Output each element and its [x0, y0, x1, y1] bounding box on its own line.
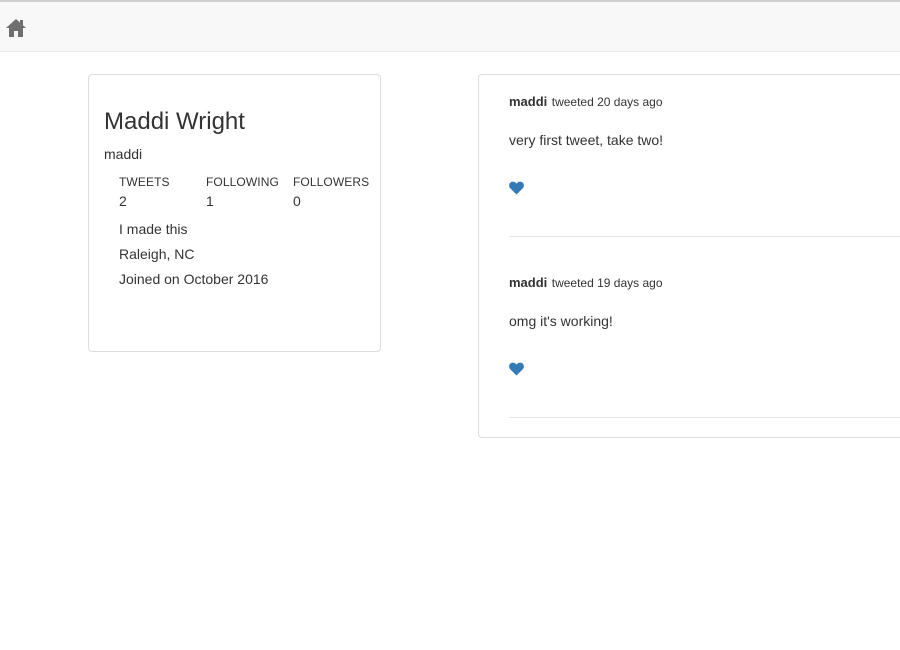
tweet-header: maddi tweeted 20 days ago — [509, 93, 663, 111]
like-button[interactable] — [509, 181, 524, 195]
tweet-header: maddi tweeted 19 days ago — [509, 274, 663, 292]
tweet-username[interactable]: maddi — [509, 275, 547, 290]
profile-username: maddi — [104, 146, 143, 162]
stat-following-value: 1 — [206, 193, 214, 209]
heart-icon — [509, 362, 524, 376]
like-button[interactable] — [509, 362, 524, 376]
home-icon — [6, 19, 26, 37]
tweet-text: very first tweet, take two! — [509, 132, 664, 148]
stat-followers-value: 0 — [293, 193, 301, 209]
profile-location: Raleigh, NC — [119, 246, 195, 262]
tweet-username[interactable]: maddi — [509, 94, 547, 109]
profile-joined-date: Joined on October 2016 — [119, 271, 269, 287]
tweet-item: maddi tweeted 20 days ago very first twe… — [509, 91, 900, 237]
stat-tweets-value: 2 — [119, 193, 127, 209]
profile-panel: Maddi Wright maddi TWEETS 2 FOLLOWING 1 … — [88, 74, 381, 352]
tweet-timestamp: tweeted 19 days ago — [551, 276, 663, 290]
tweet-text: omg it's working! — [509, 313, 613, 329]
tweets-panel: maddi tweeted 20 days ago very first twe… — [478, 74, 900, 438]
heart-icon — [509, 181, 524, 195]
stat-following-label: FOLLOWING — [206, 175, 279, 189]
stat-followers-label: FOLLOWERS — [293, 175, 370, 189]
stat-following[interactable]: FOLLOWING 1 — [206, 175, 279, 209]
navbar — [0, 0, 900, 52]
stat-tweets[interactable]: TWEETS 2 — [119, 175, 170, 209]
profile-bio: I made this — [119, 221, 188, 237]
stat-followers[interactable]: FOLLOWERS 0 — [293, 175, 369, 209]
home-link[interactable] — [5, 17, 27, 39]
tweet-timestamp: tweeted 20 days ago — [551, 95, 663, 109]
profile-name: Maddi Wright — [104, 108, 245, 135]
stat-tweets-label: TWEETS — [119, 175, 170, 189]
tweet-item: maddi tweeted 19 days ago omg it's worki… — [509, 272, 900, 418]
